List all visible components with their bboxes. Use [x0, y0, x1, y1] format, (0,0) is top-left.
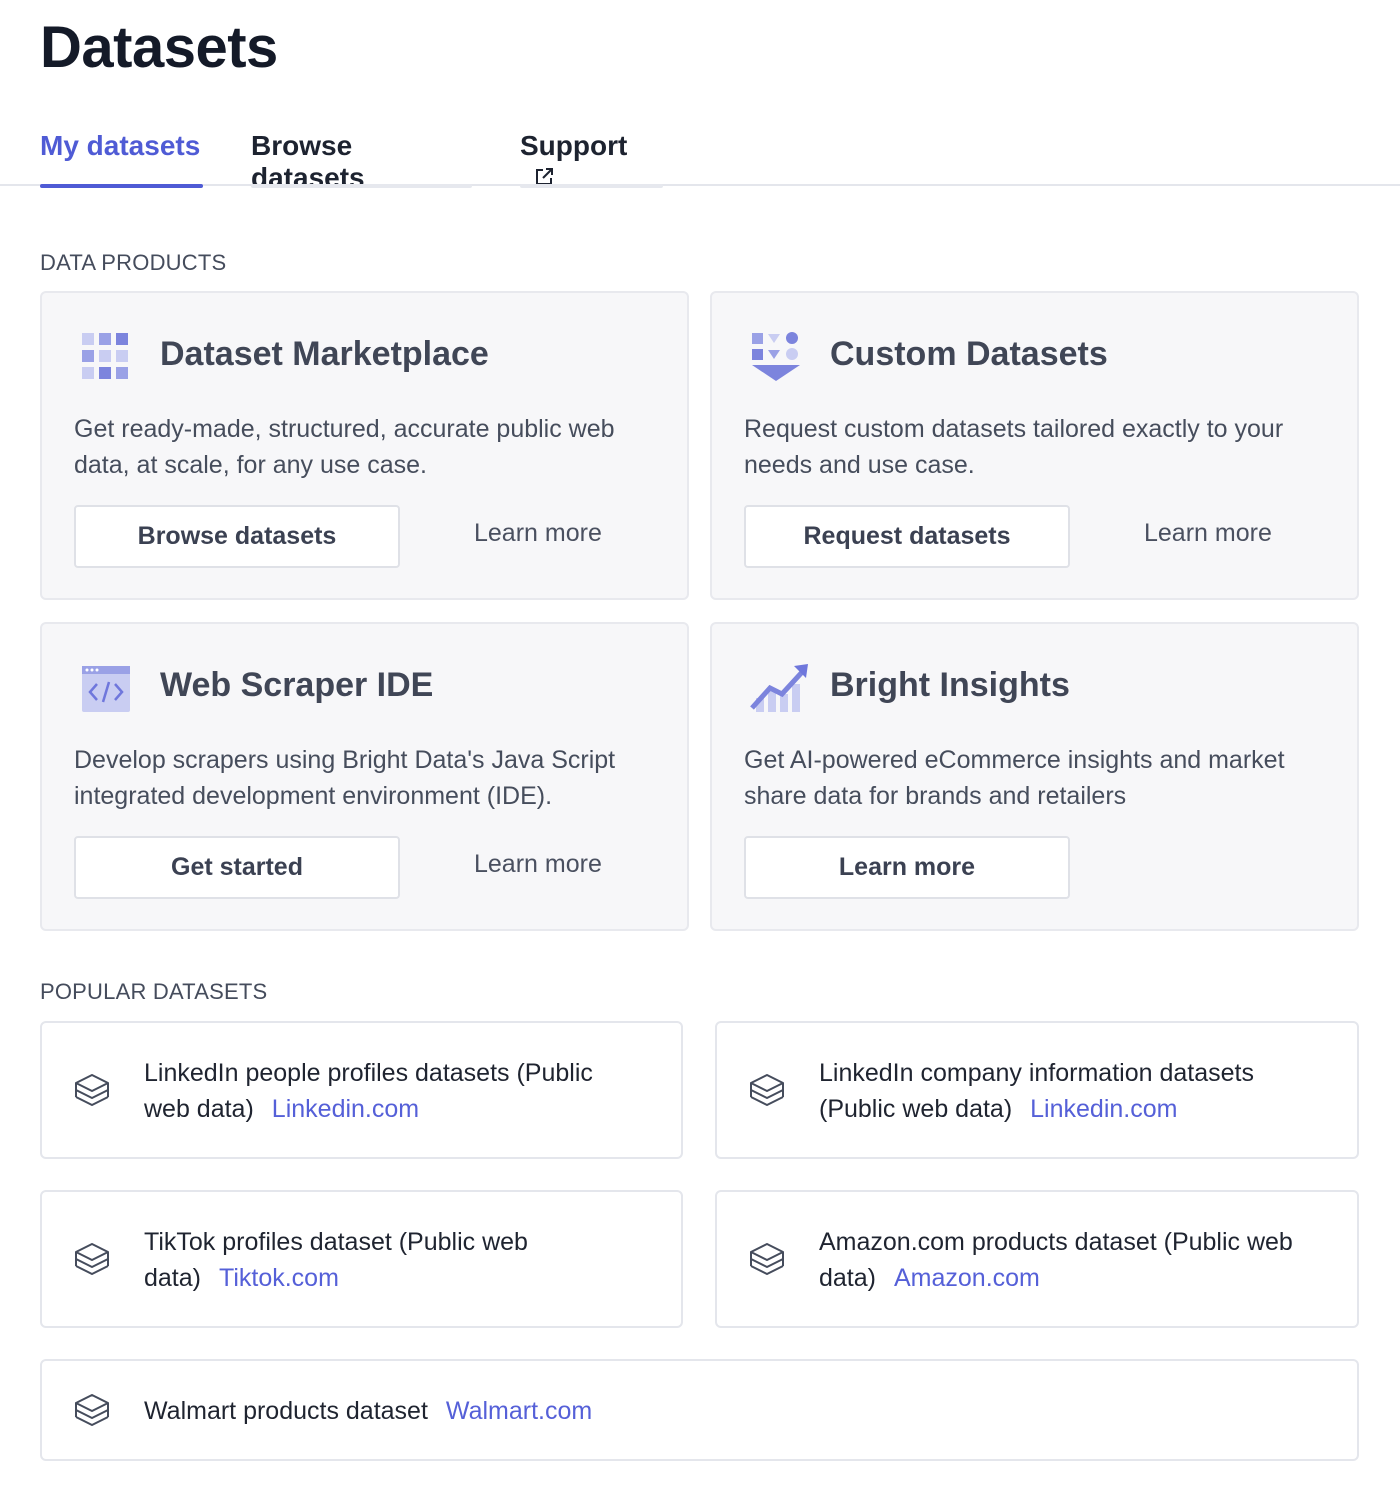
tab-bar: My datasets Browse datasets Support — [0, 120, 1400, 193]
dataset-title-line1: LinkedIn people profiles datasets (Publi… — [144, 1059, 593, 1087]
dataset-title-line1: TikTok profiles dataset (Public web — [144, 1228, 528, 1256]
dataset-title-line2: data) — [819, 1264, 876, 1292]
layers-icon — [747, 1240, 787, 1280]
layers-icon — [72, 1391, 112, 1431]
custom-shapes-icon — [750, 331, 802, 383]
dataset-title-line2: web data) — [144, 1095, 254, 1123]
product-card-bright-insights: Bright Insights Get AI-powered eCommerce… — [710, 622, 1359, 931]
product-description: Request custom datasets tailored exactly… — [744, 415, 1284, 479]
browse-datasets-button[interactable]: Browse datasets — [74, 505, 400, 568]
dataset-text: Amazon.com products dataset (Public web … — [819, 1224, 1293, 1296]
trend-chart-icon — [750, 662, 808, 714]
dataset-title-line1: LinkedIn company information datasets — [819, 1059, 1254, 1087]
tab-underline — [251, 184, 472, 188]
product-description: Get ready-made, structured, accurate pub… — [74, 415, 615, 479]
section-label-popular-datasets: POPULAR DATASETS — [40, 979, 268, 1004]
dataset-card-walmart-products[interactable]: Walmart products dataset Walmart.com — [40, 1359, 1359, 1461]
layers-icon — [72, 1071, 112, 1111]
section-label-data-products: DATA PRODUCTS — [40, 250, 227, 275]
dataset-title-line2: data) — [144, 1264, 201, 1292]
dataset-domain-link[interactable]: Walmart.com — [446, 1397, 592, 1425]
dataset-title-line1: Walmart products dataset — [144, 1397, 428, 1425]
dataset-domain-link[interactable]: Linkedin.com — [272, 1095, 419, 1123]
tab-underline — [520, 184, 663, 188]
dataset-card-amazon-products[interactable]: Amazon.com products dataset (Public web … — [715, 1190, 1359, 1328]
layers-icon — [747, 1071, 787, 1111]
dataset-text: TikTok profiles dataset (Public web data… — [144, 1224, 528, 1296]
get-started-button[interactable]: Get started — [74, 836, 400, 899]
tab-label: Support — [520, 130, 628, 161]
dataset-text: Walmart products dataset Walmart.com — [144, 1393, 592, 1429]
layers-icon — [72, 1240, 112, 1280]
tab-support[interactable]: Support — [520, 120, 663, 188]
learn-more-link[interactable]: Learn more — [474, 519, 602, 548]
learn-more-button[interactable]: Learn more — [744, 836, 1070, 899]
dataset-title-line2: (Public web data) — [819, 1095, 1013, 1123]
dataset-card-linkedin-company[interactable]: LinkedIn company information datasets (P… — [715, 1021, 1359, 1159]
tab-browse-datasets[interactable]: Browse datasets — [251, 120, 472, 193]
product-card-dataset-marketplace: Dataset Marketplace Get ready-made, stru… — [40, 291, 689, 600]
product-description: Get AI-powered eCommerce insights and ma… — [744, 746, 1285, 810]
dataset-text: LinkedIn company information datasets (P… — [819, 1055, 1254, 1127]
tab-my-datasets[interactable]: My datasets — [40, 120, 203, 188]
dataset-domain-link[interactable]: Tiktok.com — [219, 1264, 339, 1292]
dataset-text: LinkedIn people profiles datasets (Publi… — [144, 1055, 593, 1127]
dataset-card-tiktok-profiles[interactable]: TikTok profiles dataset (Public web data… — [40, 1190, 683, 1328]
dataset-domain-link[interactable]: Linkedin.com — [1030, 1095, 1177, 1123]
grid-icon — [80, 331, 132, 383]
product-card-web-scraper-ide: Web Scraper IDE Develop scrapers using B… — [40, 622, 689, 931]
tab-underline-active — [40, 184, 203, 188]
product-title: Dataset Marketplace — [160, 335, 489, 373]
request-datasets-button[interactable]: Request datasets — [744, 505, 1070, 568]
page-title: Datasets — [40, 15, 278, 80]
learn-more-link[interactable]: Learn more — [1144, 519, 1272, 548]
dataset-title-line1: Amazon.com products dataset (Public web — [819, 1228, 1293, 1256]
tab-label: My datasets — [40, 130, 201, 161]
product-card-custom-datasets: Custom Datasets Request custom datasets … — [710, 291, 1359, 600]
dataset-domain-link[interactable]: Amazon.com — [894, 1264, 1040, 1292]
product-title: Bright Insights — [830, 666, 1070, 704]
product-title: Web Scraper IDE — [160, 666, 434, 704]
code-window-icon — [80, 662, 132, 714]
external-link-icon — [534, 162, 554, 194]
product-description: Develop scrapers using Bright Data's Jav… — [74, 746, 616, 810]
dataset-card-linkedin-people[interactable]: LinkedIn people profiles datasets (Publi… — [40, 1021, 683, 1159]
product-title: Custom Datasets — [830, 335, 1108, 373]
learn-more-link[interactable]: Learn more — [474, 850, 602, 879]
